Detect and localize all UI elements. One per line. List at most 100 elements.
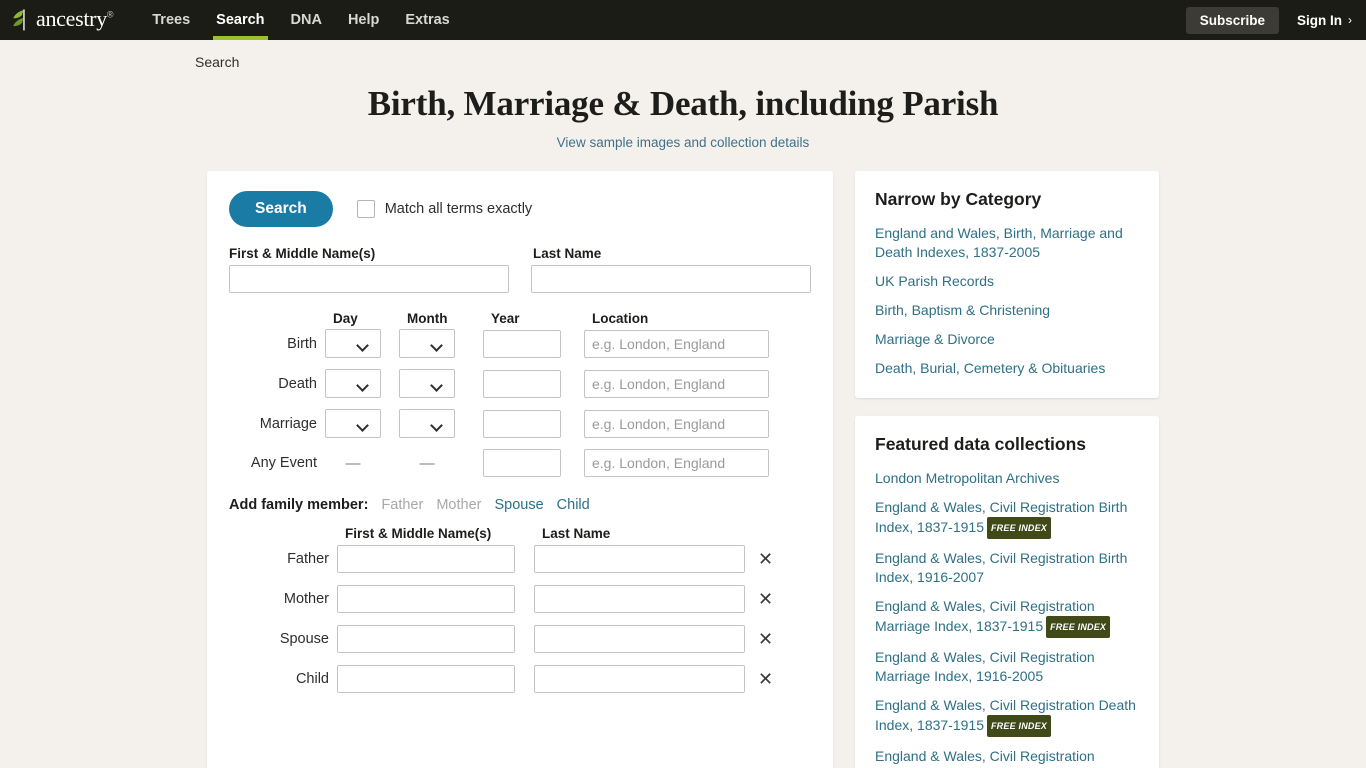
match-exactly-label: Match all terms exactly [384,201,533,217]
collection-link-birth-index-1916-2007[interactable]: England & Wales, Civil Registration Birt… [875,549,1139,587]
family-label-mother: Mother [283,591,329,607]
registered-trademark-icon: ® [106,9,114,20]
nav-item-dna[interactable]: DNA [278,0,335,40]
free-index-badge: FREE INDEX [1046,616,1111,638]
collection-label: England & Wales, Civil Registration Birt… [875,550,1128,585]
birth-month-select[interactable] [399,329,455,358]
any-event-month-placeholder: — [419,454,435,472]
name-field-inputs [215,265,811,293]
event-row-death: Death [215,369,811,398]
chevron-right-icon: › [1348,13,1352,27]
match-exactly-checkbox[interactable] [356,200,375,218]
subscribe-button[interactable]: Subscribe [1185,6,1279,34]
view-sample-images-label: View sample images and collection detail… [556,135,810,150]
collection-link-birth-index-1837-1915[interactable]: England & Wales, Civil Registration Birt… [875,498,1139,539]
sign-in-label: Sign In [1297,12,1342,28]
narrow-by-category-title: Narrow by Category [875,189,1042,209]
last-name-input[interactable] [531,265,811,293]
search-button[interactable]: Search [229,191,333,227]
category-link-death-burial-cemetery[interactable]: Death, Burial, Cemetery & Obituaries [875,359,1139,378]
view-sample-images-link[interactable]: View sample images and collection detail… [0,135,1366,150]
any-event-location-input[interactable] [584,449,769,477]
nav-item-search[interactable]: Search [203,0,277,40]
birth-location-input[interactable] [584,329,769,358]
collection-link-london-metropolitan-archives[interactable]: London Metropolitan Archives [875,469,1139,488]
family-label-child: Child [295,671,329,687]
category-link-uk-parish-records[interactable]: UK Parish Records [875,272,1139,291]
breadcrumb-item-search[interactable]: Search [195,54,239,70]
remove-father-icon[interactable]: ✕ [758,550,773,568]
collection-link-death-index-1837-1915[interactable]: England & Wales, Civil Registration Deat… [875,696,1139,737]
first-name-input[interactable] [229,265,509,293]
child-last-name-input[interactable] [534,665,745,693]
page-content: Search Match all terms exactly First & M… [0,150,1366,768]
death-month-select[interactable] [399,369,455,398]
event-label-any-event: Any Event [250,455,317,471]
page-title: Birth, Marriage & Death, including Paris… [367,84,999,123]
remove-mother-icon[interactable]: ✕ [758,590,773,608]
marriage-location-input[interactable] [584,409,769,438]
nav-item-trees[interactable]: Trees [139,0,203,40]
father-last-name-input[interactable] [534,545,745,573]
death-day-select[interactable] [325,369,381,398]
nav-item-help[interactable]: Help [335,0,392,40]
free-index-badge: FREE INDEX [986,517,1051,539]
event-row-any-event: Any Event — — [215,449,811,477]
family-first-name-header: First & Middle Name(s) [345,526,492,541]
event-label-birth: Birth [287,335,317,352]
spouse-last-name-input[interactable] [534,625,745,653]
any-event-year-input[interactable] [483,449,561,477]
match-exactly-control[interactable]: Match all terms exactly [356,200,533,218]
remove-spouse-icon[interactable]: ✕ [758,630,773,648]
marriage-year-input[interactable] [483,409,561,438]
family-label-father: Father [287,551,329,567]
event-column-headers: Day Month Year Location [215,311,811,326]
nav-item-extras[interactable]: Extras [392,0,462,40]
first-name-label: First & Middle Name(s) [229,246,376,261]
father-first-name-input[interactable] [337,545,515,573]
family-row-spouse: Spouse ✕ [215,625,811,653]
death-location-input[interactable] [584,369,769,398]
category-link-bmd-indexes[interactable]: England and Wales, Birth, Marriage and D… [875,224,1139,262]
marriage-day-select[interactable] [325,409,381,438]
family-last-name-header: Last Name [542,526,611,541]
category-link-marriage-divorce[interactable]: Marriage & Divorce [875,330,1139,349]
event-label-death: Death [278,375,317,392]
spouse-first-name-input[interactable] [337,625,515,653]
name-field-labels: First & Middle Name(s) Last Name [215,246,811,261]
remove-child-icon[interactable]: ✕ [758,670,773,688]
logo-wordmark: ancestry® [36,6,114,31]
featured-collections-panel: Featured data collections London Metropo… [855,416,1159,768]
sign-in-link[interactable]: Sign In › [1297,13,1352,28]
mother-last-name-input[interactable] [534,585,745,613]
collection-link-death-index-partial[interactable]: England & Wales, Civil Registration [875,747,1139,766]
leaf-icon [10,7,36,33]
marriage-month-select[interactable] [399,409,455,438]
top-navigation-bar: ancestry® Trees Search DNA Help Extras S… [0,0,1366,40]
family-label-spouse: Spouse [279,631,329,647]
child-first-name-input[interactable] [337,665,515,693]
month-column-header: Month [407,311,448,326]
collection-label: London Metropolitan Archives [875,470,1060,486]
mother-first-name-input[interactable] [337,585,515,613]
ancestry-logo[interactable]: ancestry® [10,6,114,33]
category-link-birth-baptism-christening[interactable]: Birth, Baptism & Christening [875,301,1139,320]
add-family-mother-link: Mother [436,497,482,513]
add-family-spouse-link[interactable]: Spouse [494,497,543,513]
event-label-marriage: Marriage [259,415,317,432]
day-column-header: Day [333,311,358,326]
add-family-child-link[interactable]: Child [557,497,590,513]
family-row-child: Child ✕ [215,665,811,693]
search-form-card: Search Match all terms exactly First & M… [207,171,833,768]
last-name-label: Last Name [533,246,602,261]
birth-day-select[interactable] [325,329,381,358]
event-row-birth: Birth [215,329,811,358]
birth-year-input[interactable] [483,329,561,358]
collection-link-marriage-index-1916-2005[interactable]: England & Wales, Civil Registration Marr… [875,648,1139,686]
collection-link-marriage-index-1837-1915[interactable]: England & Wales, Civil Registration Marr… [875,597,1139,638]
family-row-father: Father ✕ [215,545,811,573]
year-column-header: Year [491,311,520,326]
location-column-header: Location [592,311,649,326]
death-year-input[interactable] [483,369,561,398]
any-event-day-placeholder: — [345,454,361,472]
